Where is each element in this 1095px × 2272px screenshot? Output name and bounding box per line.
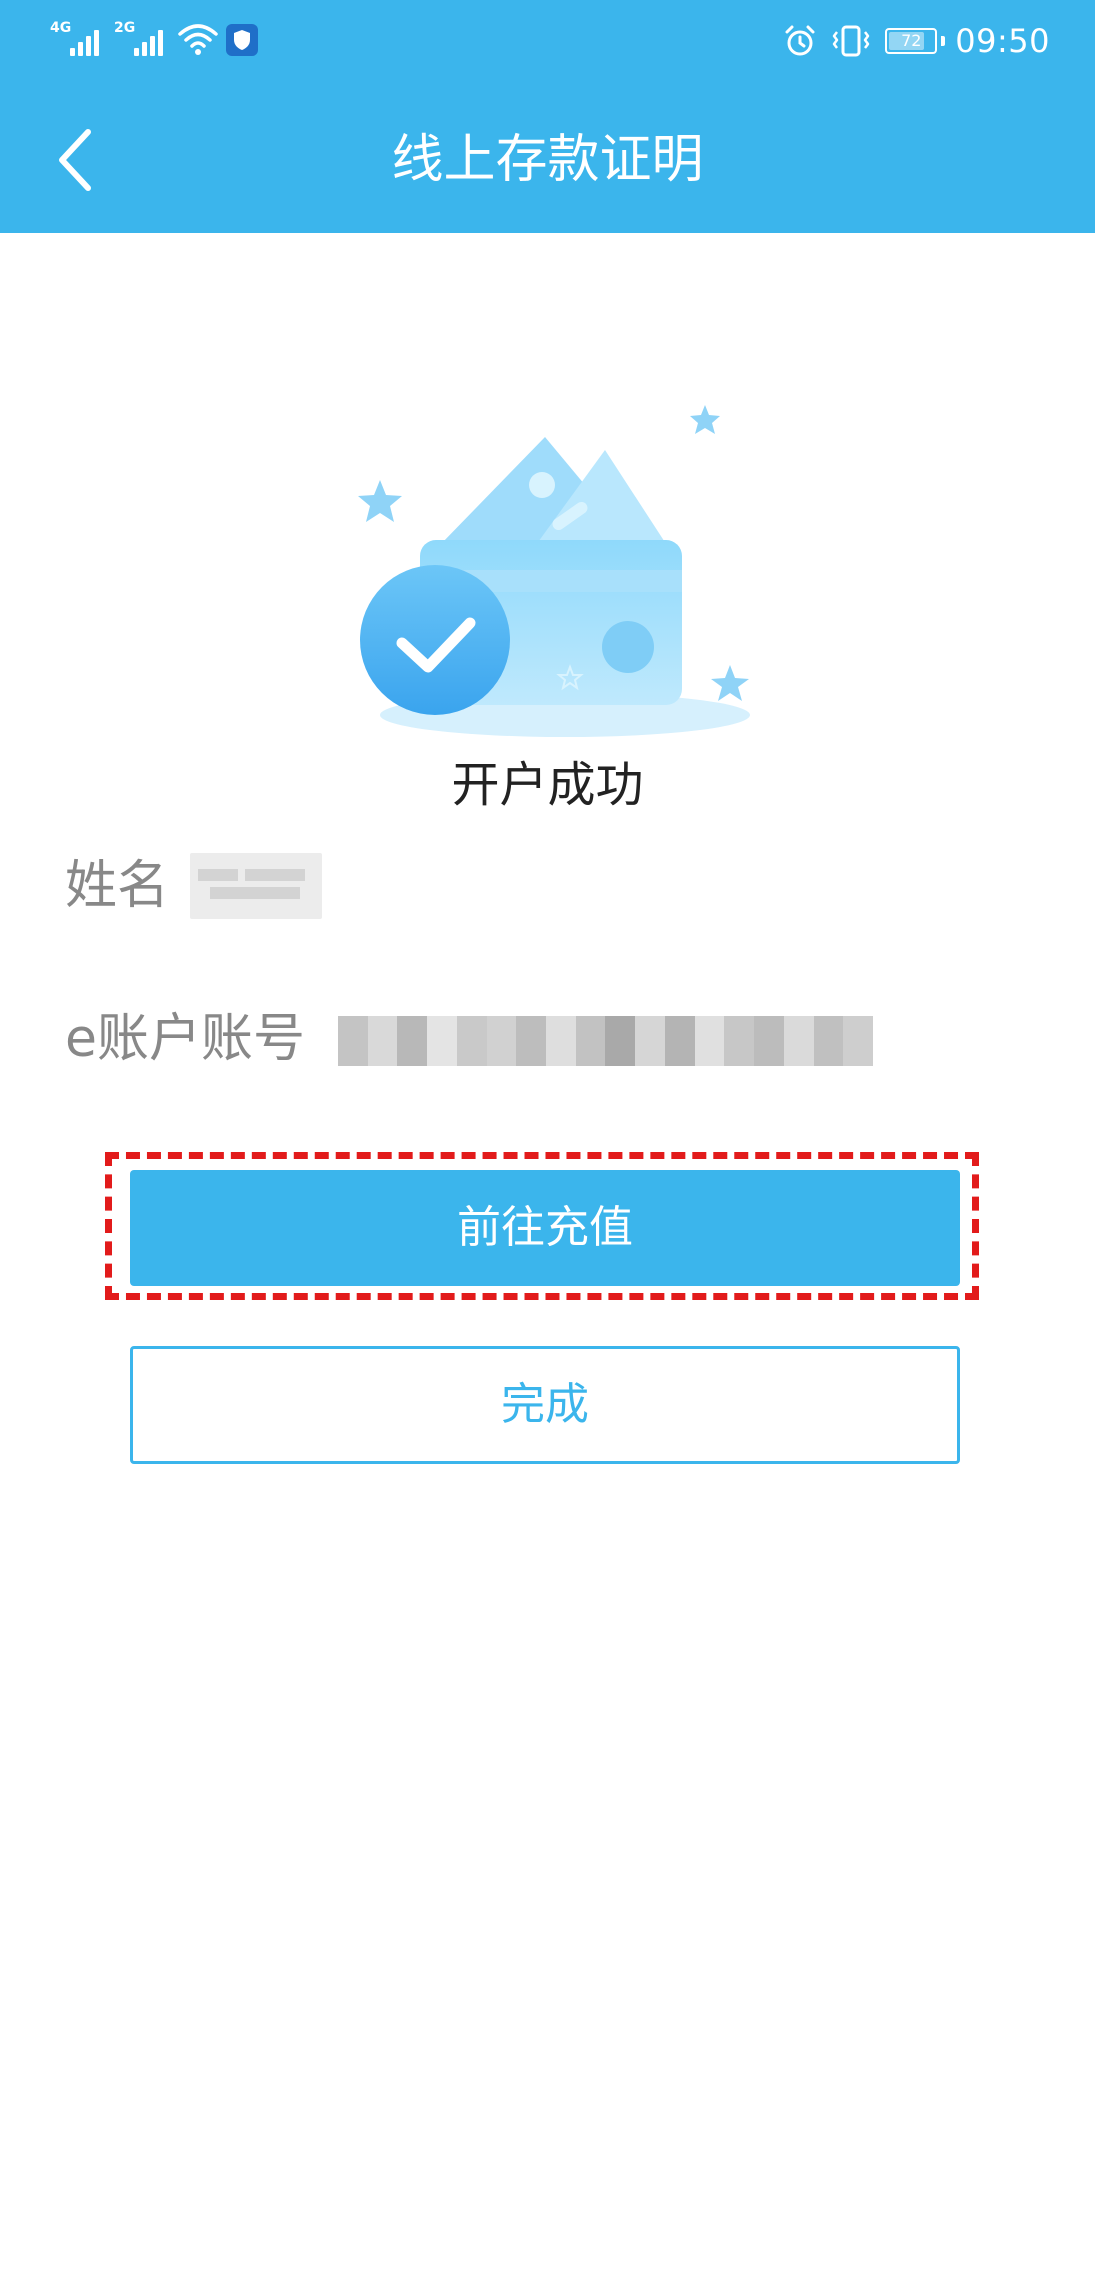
signal-icon: 4G xyxy=(50,18,108,62)
success-message: 开户成功 xyxy=(451,757,644,813)
wifi-icon xyxy=(178,24,218,55)
battery-icon: 72 xyxy=(885,28,938,54)
name-label: 姓名 xyxy=(65,856,170,916)
done-button[interactable]: 完成 xyxy=(130,1346,960,1464)
network-type-label: 2G xyxy=(114,20,136,36)
masked-account-value xyxy=(338,1016,873,1066)
vibrate-icon xyxy=(833,25,870,57)
recharge-button[interactable]: 前往充值 xyxy=(130,1170,960,1286)
app-header: 4G 2G 72 09:50 线上存款证明 xyxy=(0,0,1095,233)
masked-name-value xyxy=(190,853,322,919)
status-bar: 4G 2G 72 09:50 xyxy=(0,0,1095,80)
wallet-success-illustration xyxy=(358,405,750,737)
status-right-icons: 72 09:50 xyxy=(783,20,1050,62)
signal-icon: 2G xyxy=(114,18,172,62)
battery-tip xyxy=(941,36,946,46)
security-shield-icon xyxy=(226,24,258,56)
alarm-icon xyxy=(785,25,815,56)
battery-level: 72 xyxy=(901,31,922,50)
account-label: e账户账号 xyxy=(65,1009,305,1069)
status-time: 09:50 xyxy=(955,22,1050,60)
status-left-icons: 4G 2G xyxy=(50,18,258,62)
page-title: 线上存款证明 xyxy=(391,130,704,190)
network-type-label: 4G xyxy=(50,20,72,36)
